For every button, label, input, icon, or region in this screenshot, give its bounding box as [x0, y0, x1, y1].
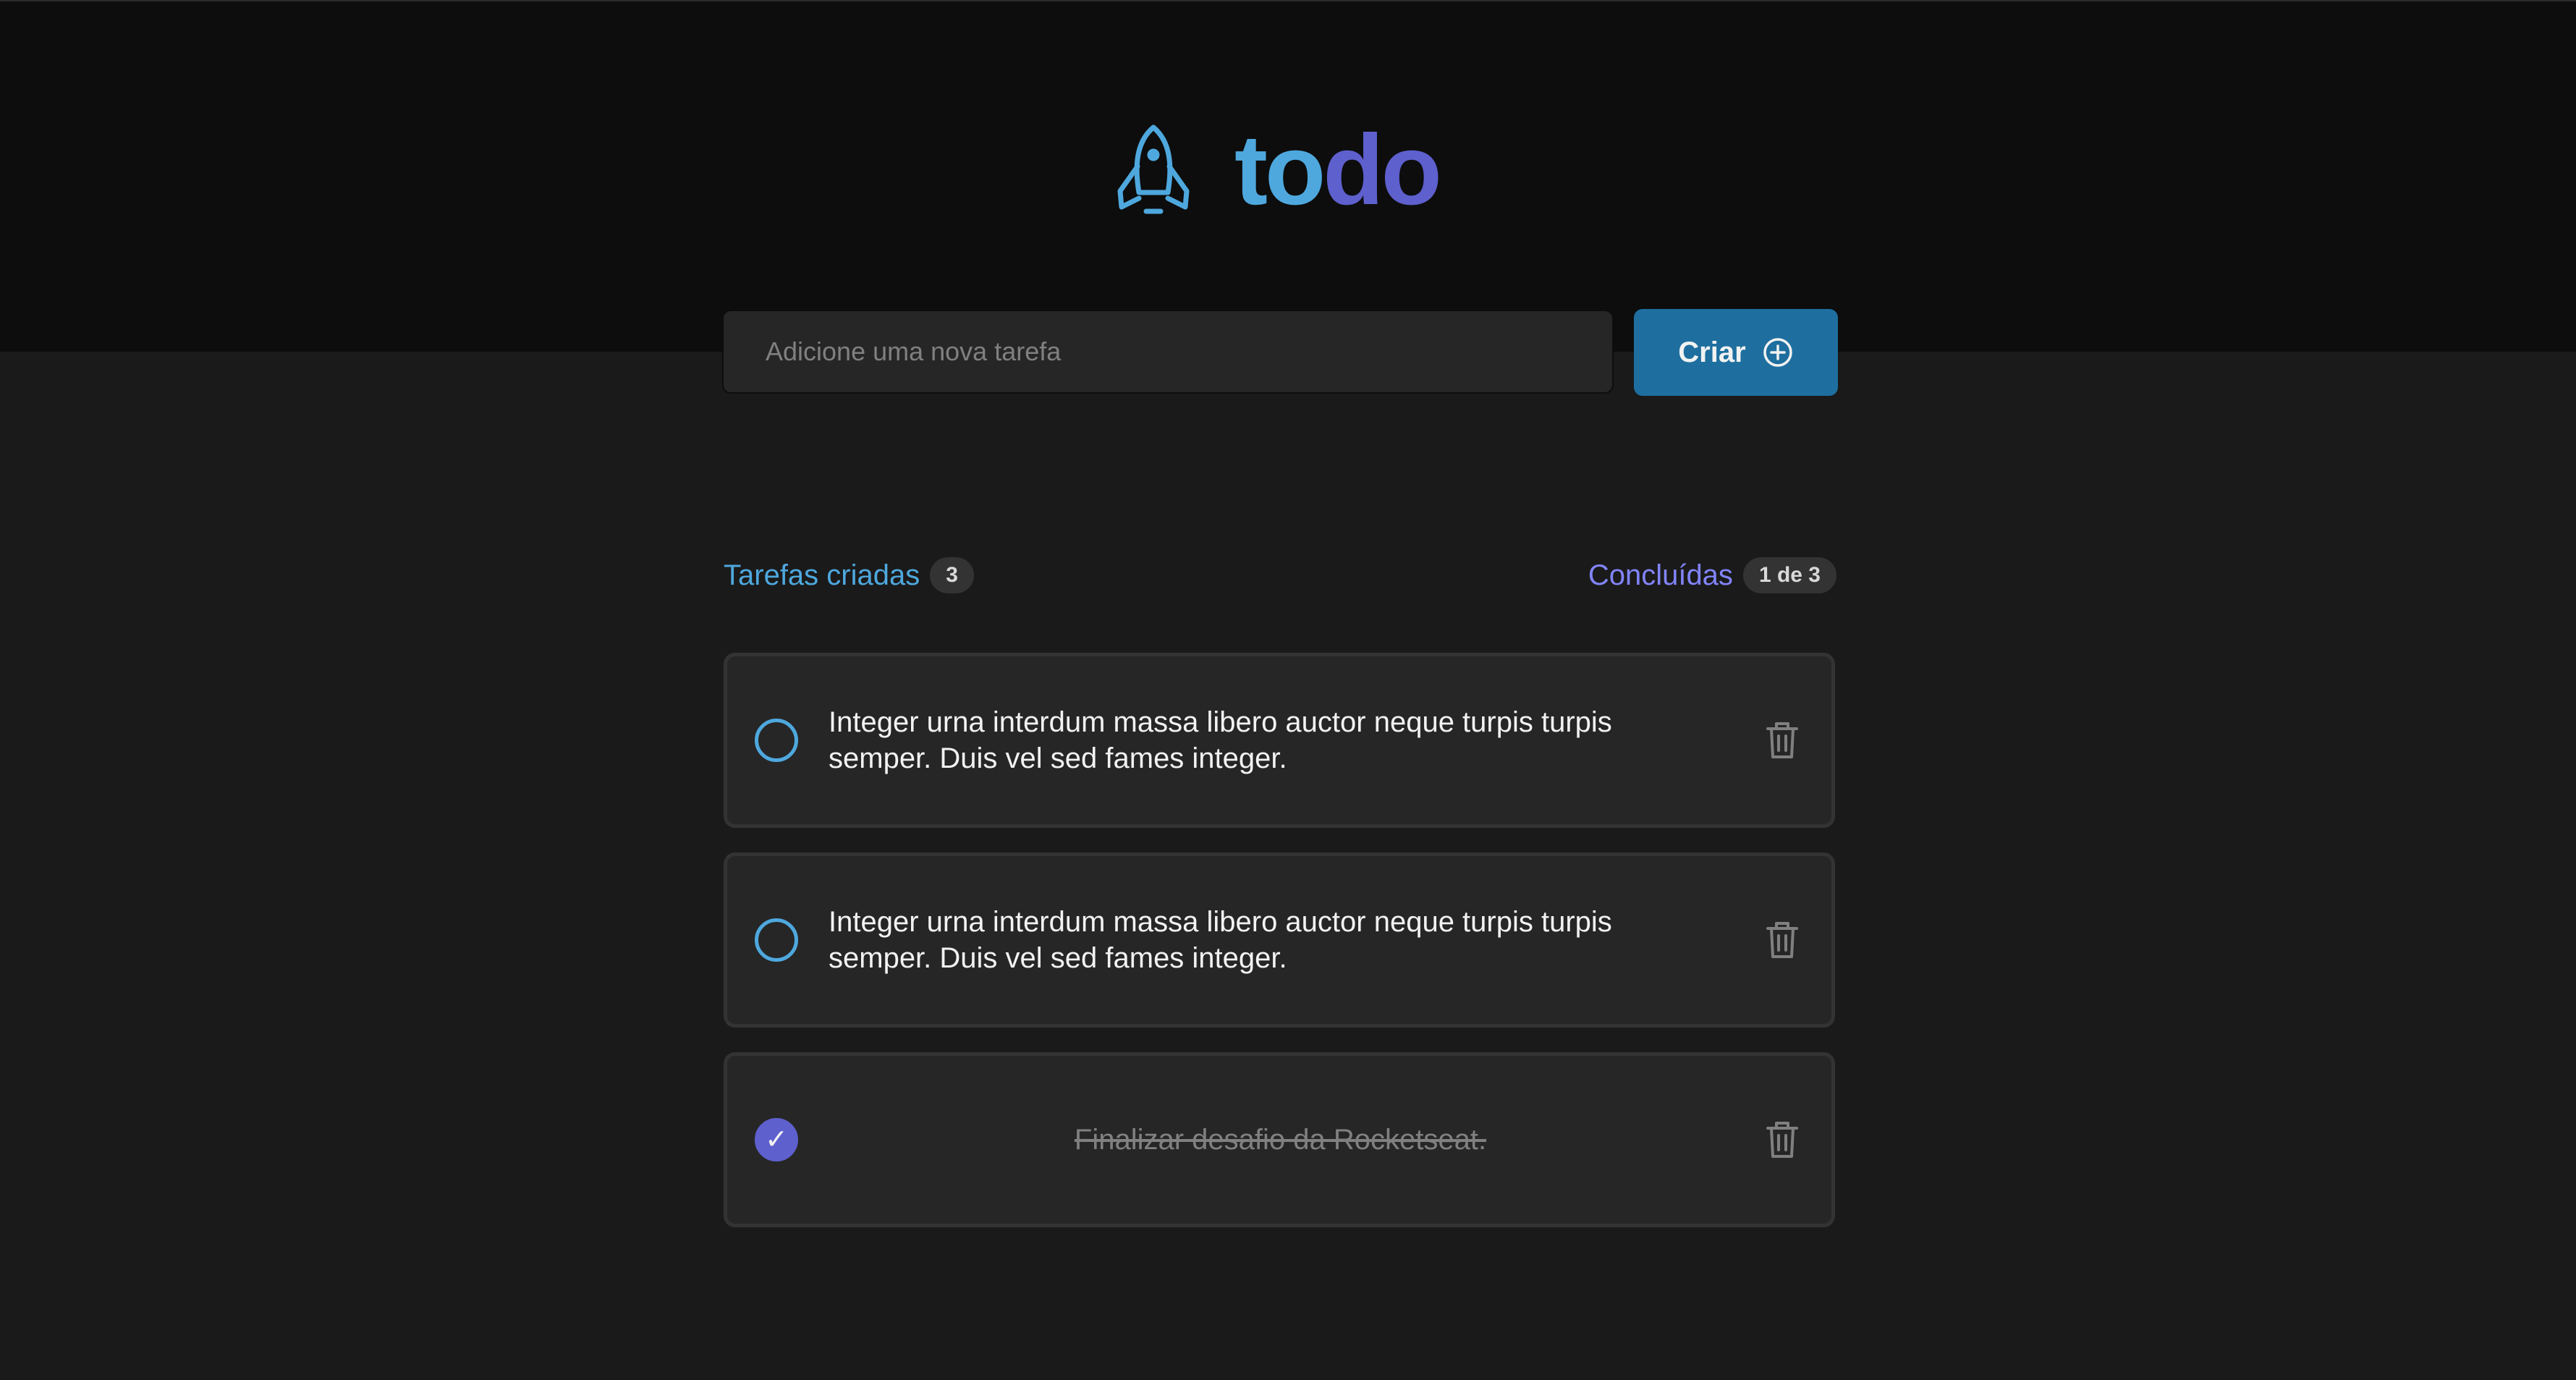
done-counter-label: Concluídas [1588, 559, 1733, 591]
logo-text-do: do [1323, 114, 1442, 226]
delete-task-button[interactable] [1761, 918, 1804, 962]
logo-text-to: to [1234, 114, 1326, 226]
delete-task-button[interactable] [1761, 1118, 1804, 1161]
trash-icon [1765, 920, 1800, 960]
app-root: todo Criar Tarefas criadas 3 Concluídas … [0, 0, 2576, 1380]
rocket-icon [1114, 123, 1192, 217]
task-checkbox[interactable] [755, 918, 798, 962]
create-button-label: Criar [1678, 336, 1746, 368]
done-counter: Concluídas 1 de 3 [1588, 557, 1836, 593]
task-checkbox-checked[interactable]: ✓ [755, 1118, 798, 1161]
created-counter: Tarefas criadas 3 [724, 557, 974, 593]
task-list: Integer urna interdum massa libero aucto… [724, 653, 1836, 1252]
task-checkbox[interactable] [755, 719, 798, 762]
task-text: Integer urna interdum massa libero aucto… [829, 906, 1612, 974]
done-count-badge: 1 de 3 [1742, 557, 1836, 593]
plus-circle-icon [1762, 336, 1794, 368]
logo: todo [1114, 120, 1442, 220]
created-counter-label: Tarefas criadas [724, 559, 920, 591]
task-item: Integer urna interdum massa libero aucto… [724, 852, 1835, 1028]
check-icon: ✓ [765, 1125, 788, 1155]
header: todo [0, 0, 2576, 352]
new-task-input[interactable] [722, 310, 1614, 394]
create-button[interactable]: Criar [1634, 309, 1838, 396]
logo-text: todo [1234, 120, 1442, 220]
created-count-badge: 3 [930, 557, 974, 593]
task-text-completed: Finalizar desafio da Rocketseat. [1074, 1124, 1487, 1156]
task-item: Integer urna interdum massa libero aucto… [724, 653, 1835, 828]
task-text: Integer urna interdum massa libero aucto… [829, 706, 1612, 774]
trash-icon [1765, 1119, 1800, 1160]
task-counters: Tarefas criadas 3 Concluídas 1 de 3 [724, 553, 1836, 598]
trash-icon [1765, 720, 1800, 761]
task-item-completed: ✓ Finalizar desafio da Rocketseat. [724, 1052, 1835, 1227]
delete-task-button[interactable] [1761, 719, 1804, 762]
